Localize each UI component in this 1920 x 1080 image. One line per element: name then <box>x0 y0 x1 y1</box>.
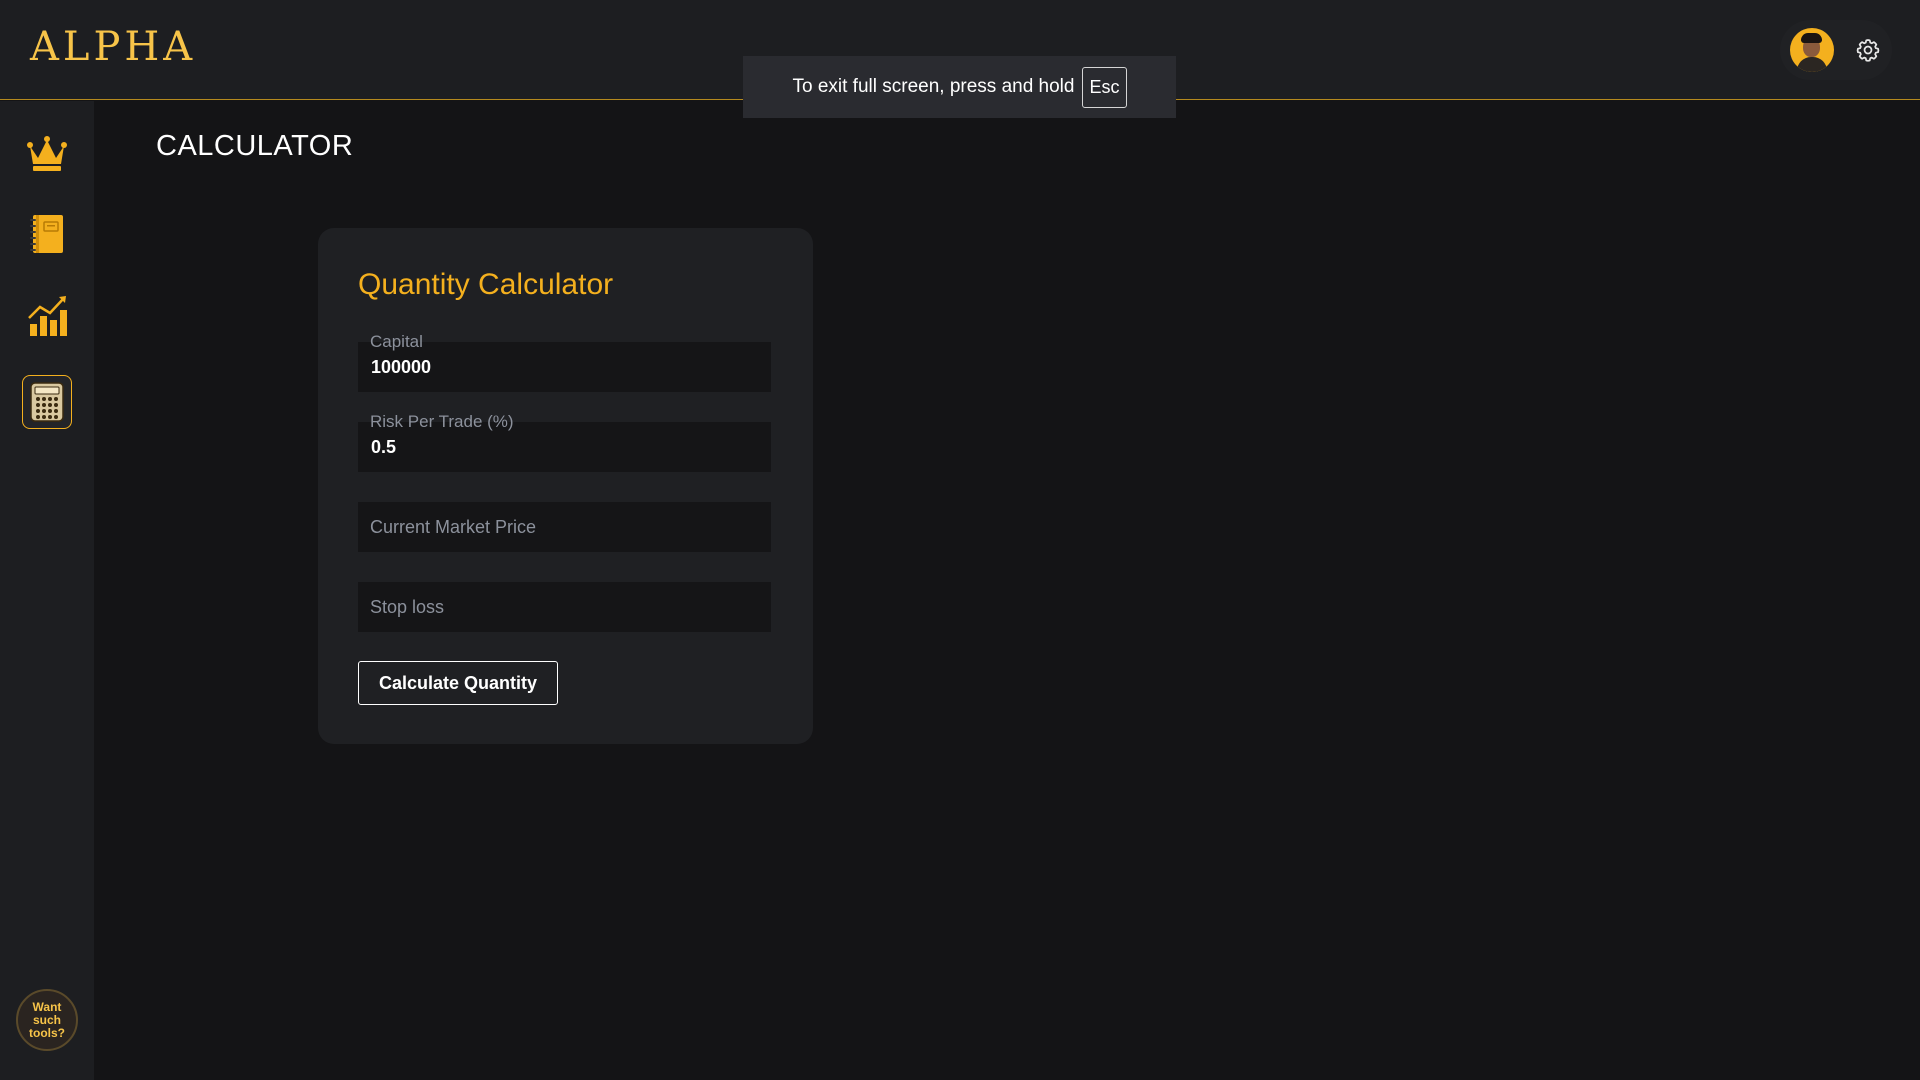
settings-gear-icon[interactable] <box>1852 34 1884 66</box>
avatar-hair <box>1801 33 1822 43</box>
risk-per-trade-field[interactable]: Risk Per Trade (%) <box>358 412 771 472</box>
stop-loss-field[interactable] <box>358 582 771 632</box>
capital-field[interactable]: Capital <box>358 332 771 392</box>
sidebar-item-calculator[interactable] <box>22 375 72 429</box>
stop-loss-input[interactable] <box>370 582 760 632</box>
fullscreen-exit-notice: To exit full screen, press and hold Esc <box>743 56 1176 118</box>
sidebar-item-premium[interactable] <box>22 127 72 181</box>
chart-growth-icon <box>28 296 67 336</box>
sidebar-item-journal[interactable] <box>22 207 72 261</box>
risk-per-trade-label: Risk Per Trade (%) <box>370 412 514 431</box>
want-tools-promo-button[interactable]: Want such tools? <box>16 989 78 1051</box>
capital-label: Capital <box>370 332 423 351</box>
brand-logo[interactable]: ALPHA <box>30 24 196 70</box>
current-market-price-input[interactable] <box>370 502 760 552</box>
fullscreen-notice-text: To exit full screen, press and hold <box>792 76 1075 97</box>
crown-icon <box>27 136 67 171</box>
risk-per-trade-input[interactable] <box>371 437 751 458</box>
quantity-calculator-card: Quantity Calculator Capital Risk Per Tra… <box>318 228 813 744</box>
avatar-body <box>1797 57 1827 72</box>
capital-input[interactable] <box>371 357 751 378</box>
calculator-title: Quantity Calculator <box>358 268 614 301</box>
user-avatar[interactable] <box>1790 28 1834 72</box>
sidebar-item-analytics[interactable] <box>22 289 72 343</box>
calculate-quantity-button[interactable]: Calculate Quantity <box>358 661 558 705</box>
esc-key-hint: Esc <box>1082 66 1127 108</box>
current-market-price-field[interactable] <box>358 502 771 552</box>
sidebar: Want such tools? <box>0 101 94 1080</box>
page-title: CALCULATOR <box>156 130 354 162</box>
journal-icon <box>30 215 63 253</box>
user-controls <box>1780 20 1892 80</box>
calculator-icon <box>30 382 64 422</box>
